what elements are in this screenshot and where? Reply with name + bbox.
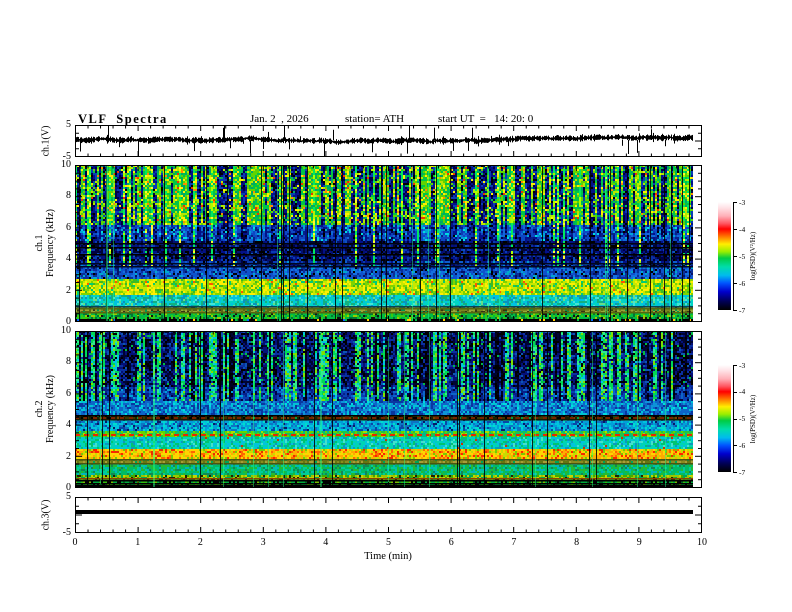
colorbar-tick-label: -3 [739, 360, 746, 370]
colorbar-tick-label: -5 [739, 414, 746, 423]
time-tick-10: 10 [697, 537, 707, 548]
time-tick-3: 3 [260, 537, 266, 548]
ch2-spec-ytick: 2 [66, 450, 71, 462]
colorbar-tick-mark [733, 283, 737, 284]
colorbar-tick-mark [733, 418, 737, 420]
time-tick-8: 8 [574, 537, 580, 548]
ch1-label-line1: ch.1 [34, 234, 45, 252]
time-axis-label: Time (min) [364, 551, 412, 562]
time-tick-0: 0 [72, 537, 78, 548]
time-tick-1: 1 [135, 537, 141, 548]
ch2-freq-axis-label: ch.2 Frequency (kHz) [34, 375, 56, 443]
ch2-spec-ytick: 0 [66, 482, 71, 493]
colorbar-2-label: log(PSD)(V²/Hz) [749, 394, 757, 443]
ch1-spec-ytick: 4 [66, 253, 71, 265]
colorbar-tick-mark [733, 310, 737, 311]
colorbar-1 [718, 202, 731, 310]
plot-start-ut: start UT = 14: 20: 0 [438, 113, 534, 125]
colorbar-tick-label: -6 [739, 278, 746, 288]
ch1-spec-ytick: 10 [61, 159, 71, 170]
colorbar-tick-label: -7 [739, 305, 746, 315]
colorbar-2 [718, 365, 731, 472]
ch1-spec-ytick: 2 [66, 284, 71, 296]
ch1-spectrogram-canvas [75, 165, 702, 322]
time-tick-9: 9 [636, 537, 642, 548]
colorbar-1-label: log(PSD)(V²/Hz) [749, 231, 757, 281]
ch2-spectrogram-canvas [75, 331, 702, 488]
time-tick-5: 5 [386, 537, 391, 548]
ch1-label-line2: Frequency (kHz) [45, 208, 56, 278]
colorbar-tick-label: -4 [739, 387, 746, 397]
ch2-spec-ytick: 6 [66, 387, 71, 399]
ch1-waveform-canvas [75, 125, 702, 157]
time-tick-2: 2 [197, 537, 203, 548]
colorbar-tick-label: -7 [739, 467, 746, 477]
ch3-waveform-canvas [75, 497, 702, 533]
time-tick-7: 7 [511, 537, 517, 548]
colorbar-tick-label: -4 [739, 224, 746, 234]
colorbar-tick-mark [733, 365, 737, 366]
vlf-spectra-plot: VLF Spectra Jan. 2 , 2026 station= ATH s… [0, 0, 792, 612]
colorbar-tick-mark [733, 445, 737, 447]
colorbar-tick-mark [733, 256, 737, 257]
colorbar-tick-mark [733, 472, 737, 473]
colorbar-tick-label: -5 [739, 251, 746, 261]
colorbar-tick-mark [733, 229, 737, 230]
ch1-spec-ytick: 8 [66, 190, 71, 202]
ch1-freq-axis-label: ch.1 Frequency (kHz) [34, 209, 56, 277]
ch2-spec-ytick: 4 [66, 419, 71, 431]
ch2-spec-ytick: 10 [61, 325, 71, 336]
plot-station: station= ATH [345, 113, 405, 125]
ch1-spec-ytick: 6 [66, 221, 71, 233]
colorbar-tick-mark [733, 391, 737, 393]
time-tick-4: 4 [323, 537, 329, 548]
ch2-label-line1: ch.2 [34, 400, 45, 418]
colorbar-tick-label: -3 [739, 197, 746, 207]
ch3-volt-axis-label: ch.3(V) [40, 499, 52, 531]
colorbar-tick-label: -6 [739, 440, 746, 450]
time-tick-6: 6 [448, 537, 454, 548]
plot-date: Jan. 2 , 2026 [250, 113, 309, 125]
ch2-label-line2: Frequency (kHz) [45, 374, 56, 444]
ch2-spec-ytick: 8 [66, 356, 71, 368]
ch1-wave-ytick: 5 [66, 119, 71, 130]
colorbar-tick-mark [733, 202, 737, 203]
